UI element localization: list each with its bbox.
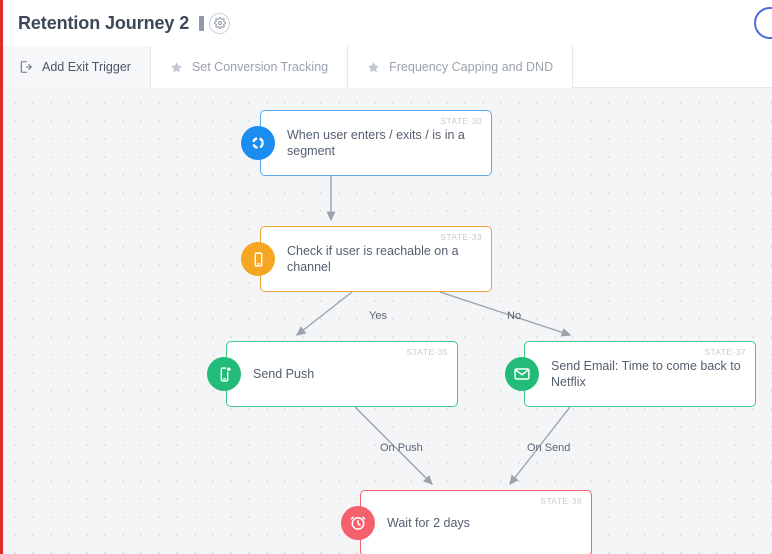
tab-add-exit-trigger[interactable]: Add Exit Trigger: [0, 46, 151, 88]
journey-canvas[interactable]: STATE-30 When user enters / exits / is i…: [0, 88, 772, 554]
edge-label-on-push: On Push: [380, 442, 423, 454]
edit-handle-icon[interactable]: [199, 15, 205, 31]
edge-label-on-send: On Send: [527, 442, 571, 454]
exit-door-icon: [19, 60, 33, 74]
node-state-id: STATE-30: [440, 116, 482, 126]
node-label: Wait for 2 days: [387, 515, 470, 530]
secondary-toolbar: Add Exit Trigger Set Conversion Tracking…: [0, 46, 772, 88]
journey-node-state-38[interactable]: STATE-38 Wait for 2 days: [341, 490, 592, 554]
email-icon: [505, 357, 539, 391]
clock-icon: [341, 506, 375, 540]
journey-node-state-30[interactable]: STATE-30 When user enters / exits / is i…: [241, 110, 492, 176]
node-state-id: STATE-35: [406, 347, 448, 357]
tab-label: Set Conversion Tracking: [191, 60, 329, 74]
tab-label: Add Exit Trigger: [42, 60, 131, 74]
tab-frequency-capping-and-dnd[interactable]: Frequency Capping and DND: [348, 46, 574, 88]
journey-node-state-35[interactable]: STATE-35 Send Push: [207, 341, 458, 407]
node-label: When user enters / exits / is in a segme…: [287, 127, 465, 158]
left-accent-strip: [0, 0, 3, 554]
journey-builder-app: Retention Journey 2 Add Exit Trigger Set…: [0, 0, 772, 554]
star-icon: [170, 61, 183, 74]
edge-label-yes: Yes: [369, 310, 387, 322]
node-state-id: STATE-37: [704, 347, 746, 357]
node-label: Send Email: Time to come back to Netflix: [551, 358, 741, 389]
push-notification-icon: [207, 357, 241, 391]
page-title: Retention Journey 2: [18, 12, 190, 33]
node-state-id: STATE-38: [540, 496, 582, 506]
mobile-channel-icon: [241, 242, 275, 276]
journey-node-state-37[interactable]: STATE-37 Send Email: Time to come back t…: [505, 341, 756, 407]
gear-icon[interactable]: [209, 12, 231, 34]
segment-target-icon: [241, 126, 275, 160]
star-icon: [367, 61, 380, 74]
node-state-id: STATE-33: [440, 232, 482, 242]
avatar[interactable]: [754, 7, 772, 39]
app-header: Retention Journey 2: [0, 0, 772, 46]
edge-label-no: No: [507, 310, 522, 322]
node-label: Check if user is reachable on a channel: [287, 243, 459, 274]
journey-node-state-33[interactable]: STATE-33 Check if user is reachable on a…: [241, 226, 492, 292]
tab-set-conversion-tracking[interactable]: Set Conversion Tracking: [150, 46, 349, 88]
tab-label: Frequency Capping and DND: [389, 60, 554, 74]
